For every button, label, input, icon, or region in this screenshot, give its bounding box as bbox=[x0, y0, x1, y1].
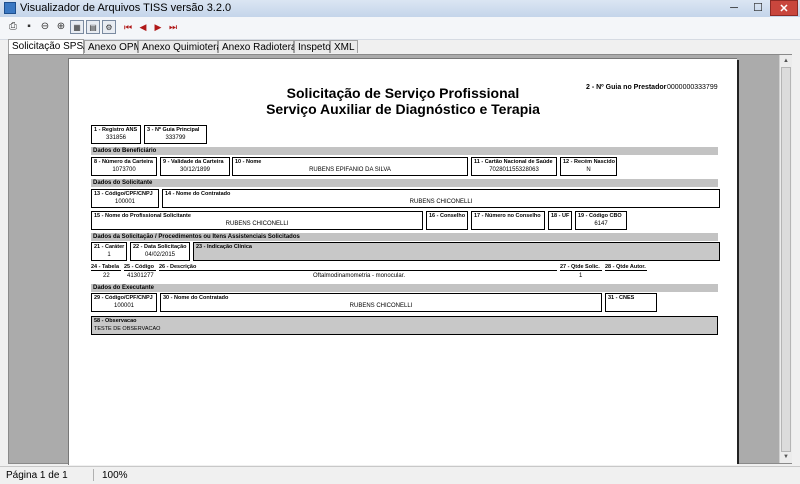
field-cnes: 31 - CNES bbox=[605, 293, 657, 312]
guia-prestador-label: 2 - Nº Guia no Prestador bbox=[586, 84, 667, 91]
field-numero-conselho: 17 - Número no Conselho bbox=[471, 211, 545, 230]
tab-inspetor[interactable]: Inspetor bbox=[294, 40, 334, 53]
scroll-up-icon[interactable]: ▲ bbox=[781, 56, 791, 66]
first-page-icon[interactable]: ⏮ bbox=[121, 20, 135, 34]
print-icon[interactable]: ⎙ bbox=[6, 20, 20, 34]
vertical-scrollbar[interactable]: ▲ ▼ bbox=[779, 55, 792, 463]
next-page-icon[interactable]: ▶ bbox=[151, 20, 165, 34]
tab-solicitacao-spsadt[interactable]: Solicitação SPSADT bbox=[8, 39, 103, 54]
status-zoom: 100% bbox=[102, 470, 128, 481]
minimize-button[interactable]: ─ bbox=[722, 0, 746, 16]
last-page-icon[interactable]: ⏭ bbox=[166, 20, 180, 34]
field-conselho: 16 - Conselho bbox=[426, 211, 468, 230]
row-tabela-value: 22 bbox=[103, 273, 110, 279]
field-uf: 18 - UF bbox=[548, 211, 572, 230]
field-registro-ans: 1 - Registro ANS 331856 bbox=[91, 125, 141, 144]
status-bar: Página 1 de 1 100% bbox=[0, 466, 800, 484]
page-view-icon[interactable]: ▤ bbox=[86, 20, 100, 34]
status-separator bbox=[93, 469, 94, 481]
section-solicitante: Dados do Solicitante bbox=[91, 179, 718, 187]
field-indicacao-clinica: 23 - Indicação Clínica bbox=[193, 242, 720, 261]
section-executante: Dados do Executante bbox=[91, 284, 718, 292]
save-icon[interactable]: ▪ bbox=[22, 20, 36, 34]
field-nome-contratado-solicitante: 14 - Nome do Contratado RUBENS CHICONELL… bbox=[162, 189, 720, 208]
field-nome-beneficiario: 10 - Nome RUBENS EPIFANIO DA SILVA bbox=[232, 157, 468, 176]
col-codigo-line bbox=[124, 270, 156, 271]
field-codigo-cpf-cnpj-executante: 29 - Código/CPF/CNPJ 100001 bbox=[91, 293, 157, 312]
app-icon bbox=[4, 2, 16, 14]
col-tabela-line bbox=[91, 270, 121, 271]
maximize-button[interactable]: ☐ bbox=[746, 0, 770, 16]
field-carater: 21 - Caráter 1 bbox=[91, 242, 127, 261]
doc-subtitle: Serviço Auxiliar de Diagnóstico e Terapi… bbox=[266, 101, 540, 117]
field-numero-carteira: 8 - Número da Carteira 1073700 bbox=[91, 157, 157, 176]
zoom-out-icon[interactable]: ⊖ bbox=[38, 20, 52, 34]
section-beneficiario: Dados do Beneficiário bbox=[91, 147, 718, 155]
row-codigo-value: 41301277 bbox=[127, 273, 154, 279]
field-recem-nascido: 12 - Recém Nascido N bbox=[560, 157, 617, 176]
tab-xml[interactable]: XML bbox=[330, 40, 358, 53]
field-guia-principal: 3 - Nº Guia Principal 333799 bbox=[144, 125, 207, 144]
col-descricao-line bbox=[159, 270, 557, 271]
guia-prestador-value: 0000000333799 bbox=[667, 84, 718, 91]
section-solicitacao: Dados da Solicitação / Procedimentos ou … bbox=[91, 233, 718, 241]
settings-icon[interactable]: ⚙ bbox=[102, 20, 116, 34]
zoom-in-icon[interactable]: ⊕ bbox=[54, 20, 68, 34]
field-cartao-nacional-saude: 11 - Cartão Nacional de Saúde 7028011553… bbox=[471, 157, 557, 176]
status-page: Página 1 de 1 bbox=[6, 470, 68, 481]
fit-page-icon[interactable]: ▦ bbox=[70, 20, 84, 34]
row-descricao-value: Oftalmodinamometria - monocular. bbox=[313, 273, 406, 279]
field-codigo-cbo: 19 - Código CBO 6147 bbox=[575, 211, 627, 230]
close-button[interactable]: ✕ bbox=[770, 0, 798, 16]
scroll-thumb[interactable] bbox=[781, 67, 791, 452]
field-codigo-cpf-cnpj-solicitante: 13 - Código/CPF/CNPJ 100001 bbox=[91, 189, 159, 208]
field-data-solicitacao: 22 - Data Solicitação 04/02/2015 bbox=[130, 242, 190, 261]
title-bar: Visualizador de Arquivos TISS versão 3.2… bbox=[0, 0, 800, 18]
row-qtde-solic-value: 1 bbox=[579, 273, 583, 279]
field-nome-profissional-solicitante: 15 - Nome do Profissional Solicitante RU… bbox=[91, 211, 423, 230]
field-validade-carteira: 9 - Validade da Carteira 30/12/1899 bbox=[160, 157, 230, 176]
scroll-down-icon[interactable]: ▼ bbox=[781, 452, 791, 462]
col-qtde-solic-line bbox=[560, 270, 602, 271]
prev-page-icon[interactable]: ◀ bbox=[136, 20, 150, 34]
report-page: Solicitação de Serviço Profissional Serv… bbox=[68, 58, 737, 465]
tab-anexo-radioterapia[interactable]: Anexo Radioterapia bbox=[218, 40, 310, 53]
tab-anexo-quimioterapia[interactable]: Anexo Quimioterapia bbox=[138, 40, 235, 53]
toolbar: ⎙ ▪ ⊖ ⊕ ▦ ▤ ⚙ ⏮ ◀ ▶ ⏭ bbox=[0, 17, 800, 40]
window-title: Visualizador de Arquivos TISS versão 3.2… bbox=[20, 2, 232, 14]
field-nome-contratado-executante: 30 - Nome do Contratado RUBENS CHICONELL… bbox=[160, 293, 602, 312]
tab-anexo-opme[interactable]: Anexo OPME bbox=[84, 40, 149, 53]
field-observacao: 58 - Observacao TESTE DE OBSERVACAO bbox=[91, 316, 718, 335]
col-qtde-autor-line bbox=[605, 270, 647, 271]
